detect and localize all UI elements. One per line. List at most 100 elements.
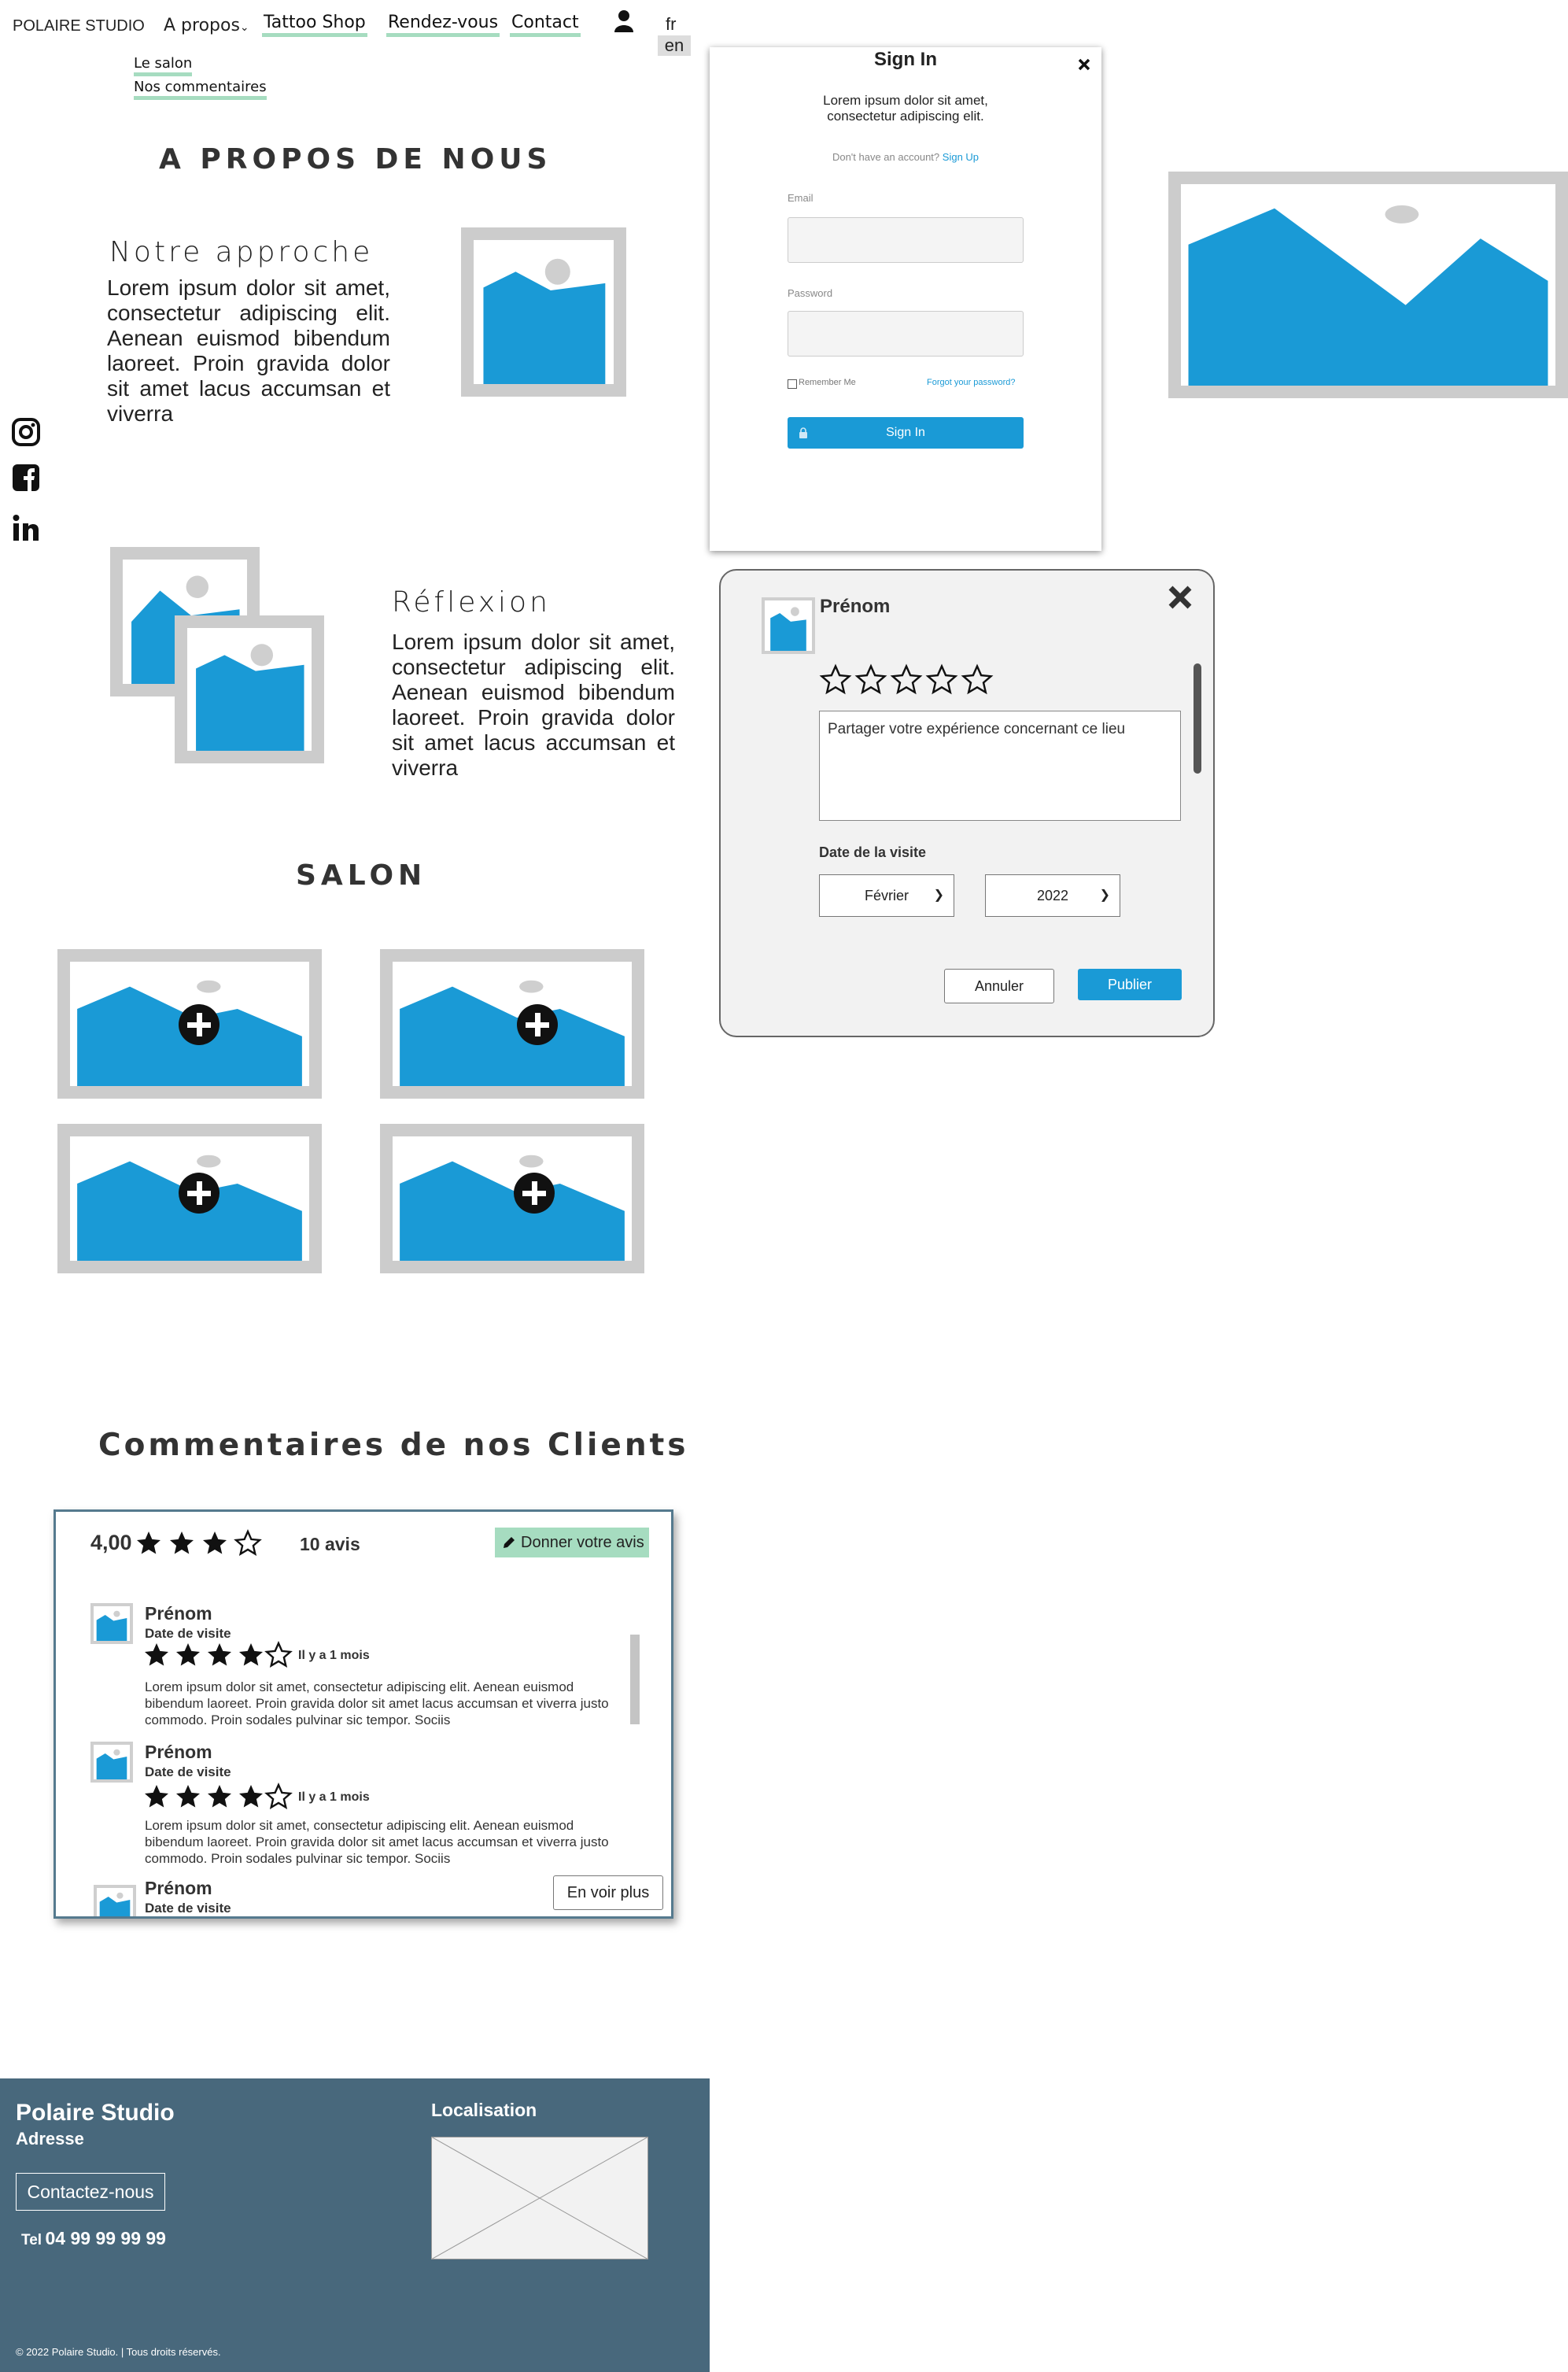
salon-gallery-image-2[interactable]: [380, 949, 644, 1099]
close-icon[interactable]: [1168, 585, 1193, 610]
copyright: © 2022 Polaire Studio. | Tous droits rés…: [16, 2346, 221, 2358]
about-title: A PROPOS DE NOUS: [159, 143, 552, 175]
modal-scrollbar[interactable]: [1194, 663, 1201, 774]
review-name: Prénom: [820, 596, 891, 617]
nav-apropos-label: A propos: [164, 16, 240, 35]
comment-time-ago: Il y a 1 mois: [298, 1790, 370, 1804]
star-icon[interactable]: [961, 663, 994, 696]
nav-tattoo-shop[interactable]: Tattoo Shop: [262, 13, 367, 37]
give-review-button[interactable]: Donner votre avis: [495, 1528, 649, 1557]
footer-address: Adresse: [16, 2129, 84, 2148]
contact-us-button[interactable]: Contactez-nous: [16, 2173, 165, 2211]
map-placeholder[interactable]: [431, 2137, 648, 2259]
star-icon[interactable]: [925, 663, 958, 696]
password-field[interactable]: [788, 311, 1024, 357]
comment-author: Prénom: [145, 1878, 212, 1898]
year-select[interactable]: 2022 ❯: [985, 874, 1120, 917]
signup-prompt: Don't have an account? Sign Up: [710, 151, 1101, 163]
cancel-button[interactable]: Annuler: [944, 969, 1054, 1003]
experience-textarea[interactable]: Partager votre expérience concernant ce …: [819, 711, 1181, 821]
comments-scrollbar[interactable]: [630, 1635, 640, 1724]
see-more-button[interactable]: En voir plus: [553, 1875, 663, 1910]
month-select-value: Février: [864, 888, 909, 903]
email-field[interactable]: [788, 217, 1024, 263]
submenu-le-salon[interactable]: Le salon: [134, 55, 193, 76]
star-icon: [137, 1531, 160, 1554]
remember-me-checkbox[interactable]: [788, 379, 797, 389]
review-avatar: [762, 597, 815, 654]
comment-stars: [142, 1641, 293, 1671]
star-icon[interactable]: [854, 663, 887, 696]
give-review-label: Donner votre avis: [521, 1534, 644, 1551]
reflexion-title: Réflexion: [392, 586, 551, 619]
star-icon: [176, 1643, 200, 1666]
nav-apropos[interactable]: A propos⌄: [164, 16, 249, 35]
star-icon: [145, 1785, 168, 1808]
comment-visit-date: Date de visite: [145, 1626, 231, 1641]
star-icon: [234, 1529, 262, 1556]
comment-author: Prénom: [145, 1603, 212, 1624]
star-icon[interactable]: [890, 663, 923, 696]
average-rating: 4,00: [90, 1531, 132, 1554]
star-icon[interactable]: [819, 663, 852, 696]
comments-panel: 4,00 10 avis Donner votre avis Prénom Da…: [53, 1509, 673, 1919]
approach-title: Notre approche: [109, 236, 374, 268]
comments-title: Commentaires de nos Clients: [98, 1428, 689, 1463]
phone-number[interactable]: 04 99 99 99 99: [46, 2228, 166, 2248]
star-icon: [176, 1785, 200, 1808]
signin-modal: Sign In Lorem ipsum dolor sit amet, cons…: [710, 47, 1101, 551]
close-icon[interactable]: [1078, 58, 1090, 71]
approach-image: [461, 227, 626, 397]
instagram-icon[interactable]: [11, 417, 41, 447]
plus-icon[interactable]: [179, 1173, 220, 1214]
comment-author: Prénom: [145, 1742, 212, 1762]
comment-visit-date: Date de visite: [145, 1901, 231, 1916]
salon-title: SALON: [296, 859, 427, 892]
forgot-password-link[interactable]: Forgot your password?: [927, 378, 1016, 387]
footer: Polaire Studio Adresse Contactez-nous Te…: [0, 2078, 710, 2372]
lock-icon: [799, 427, 807, 438]
signin-button[interactable]: Sign In: [788, 417, 1024, 449]
salon-gallery-image-3[interactable]: [57, 1124, 322, 1273]
remember-me-label: Remember Me: [799, 378, 856, 387]
salon-gallery-image-4[interactable]: [380, 1124, 644, 1273]
salon-gallery-image-1[interactable]: [57, 949, 322, 1099]
star-icon: [203, 1531, 227, 1554]
lang-fr[interactable]: fr: [666, 14, 676, 35]
comment-text: Lorem ipsum dolor sit amet, consectetur …: [145, 1679, 609, 1727]
linkedin-icon[interactable]: [11, 513, 41, 543]
chevron-down-icon: ❯: [933, 889, 944, 902]
no-account-text: Don't have an account?: [832, 151, 940, 163]
comment-text: Lorem ipsum dolor sit amet, consectetur …: [145, 1818, 609, 1866]
submenu-nos-commentaires[interactable]: Nos commentaires: [134, 79, 267, 100]
star-icon: [264, 1783, 293, 1809]
star-icon: [145, 1643, 168, 1666]
publish-button[interactable]: Publier: [1078, 969, 1182, 1000]
reflexion-text: Lorem ipsum dolor sit amet, consectetur …: [392, 630, 675, 780]
lang-en[interactable]: en: [658, 35, 691, 56]
plus-icon[interactable]: [179, 1004, 220, 1045]
facebook-icon[interactable]: [11, 463, 41, 493]
phone-label: Tel: [21, 2232, 42, 2248]
month-select[interactable]: Février ❯: [819, 874, 954, 917]
avatar: [90, 1742, 133, 1783]
star-icon: [239, 1785, 263, 1808]
comment-stars: [142, 1783, 293, 1812]
average-rating-stars: [135, 1529, 276, 1557]
year-select-value: 2022: [1036, 888, 1069, 903]
chevron-down-icon: ⌄: [239, 21, 249, 34]
signup-link[interactable]: Sign Up: [943, 151, 979, 163]
approach-text: Lorem ipsum dolor sit amet, consectetur …: [107, 275, 390, 426]
comment-visit-date: Date de visite: [145, 1764, 231, 1779]
plus-icon[interactable]: [517, 1004, 558, 1045]
plus-icon[interactable]: [514, 1173, 555, 1214]
reflexion-image-front: [175, 615, 324, 763]
rating-stars-input[interactable]: [819, 663, 1008, 700]
brand-logo-text[interactable]: POLAIRE STUDIO: [13, 17, 145, 35]
location-title: Localisation: [431, 2100, 537, 2120]
nav-rendez-vous[interactable]: Rendez-vous: [386, 13, 500, 37]
user-icon[interactable]: [614, 9, 634, 33]
nav-contact[interactable]: Contact: [510, 13, 581, 37]
star-icon: [239, 1643, 263, 1666]
experience-placeholder: Partager votre expérience concernant ce …: [828, 721, 1126, 737]
